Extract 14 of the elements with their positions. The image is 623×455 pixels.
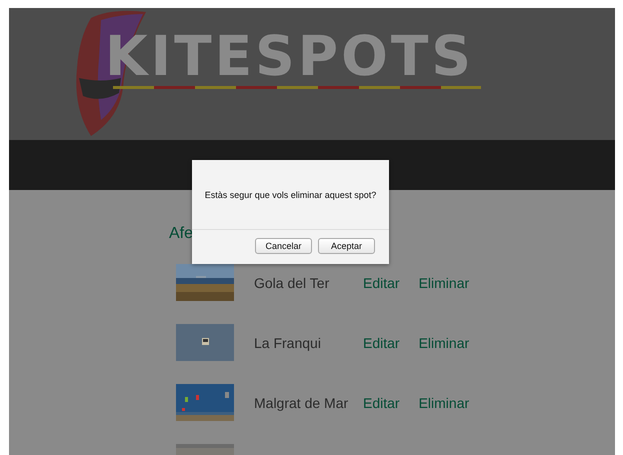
dialog-message: Estàs segur que vols eliminar aquest spot? <box>204 190 376 200</box>
spot-name: La Franqui <box>254 334 322 350</box>
accept-button[interactable]: Aceptar <box>318 238 375 254</box>
delete-link[interactable]: Eliminar <box>418 274 470 290</box>
delete-link[interactable]: Eliminar <box>418 334 470 350</box>
logo: KITESPOTS <box>105 34 474 78</box>
section-title: Afe <box>169 224 194 244</box>
edit-link[interactable]: Editar <box>363 394 400 410</box>
edit-link[interactable]: Editar <box>363 274 400 290</box>
spot-name: Gola del Ter <box>254 274 330 290</box>
delete-link[interactable]: Eliminar <box>418 394 470 410</box>
edit-link[interactable]: Editar <box>363 334 400 350</box>
spot-name: Malgrat de Mar <box>254 394 350 410</box>
cancel-button[interactable]: Cancelar <box>255 238 312 254</box>
